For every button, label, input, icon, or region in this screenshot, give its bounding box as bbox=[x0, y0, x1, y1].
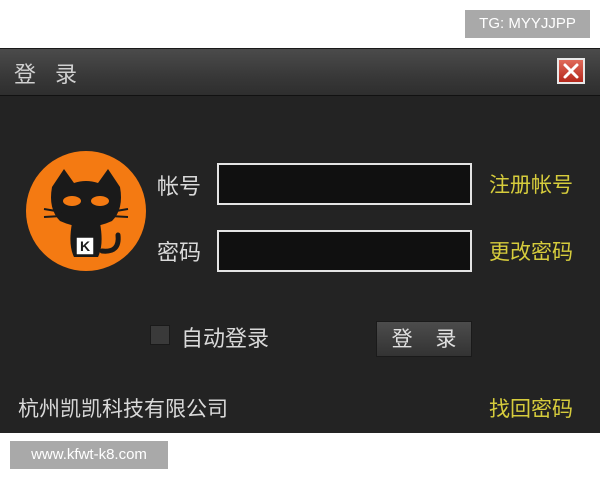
page: TG: MYYJJPP 登 录 K 帐号 注册帐号 密码 更改密码 自动登录 登… bbox=[0, 0, 600, 480]
login-dialog: 登 录 K 帐号 注册帐号 密码 更改密码 自动登录 登 录 杭州凯凯科技有限公… bbox=[0, 48, 600, 433]
auto-login-label[interactable]: 自动登录 bbox=[181, 321, 269, 353]
svg-text:K: K bbox=[80, 238, 90, 254]
account-label: 帐号 bbox=[157, 175, 202, 200]
dialog-title: 登 录 bbox=[14, 63, 83, 88]
change-password-link[interactable]: 更改密码 bbox=[489, 236, 573, 266]
watermark-top: TG: MYYJJPP bbox=[465, 10, 590, 38]
title-bar[interactable]: 登 录 bbox=[0, 49, 600, 96]
cat-logo-icon: K bbox=[26, 151, 146, 271]
register-account-link[interactable]: 注册帐号 bbox=[489, 169, 573, 199]
login-button[interactable]: 登 录 bbox=[376, 321, 472, 357]
password-input[interactable] bbox=[217, 230, 472, 272]
close-icon bbox=[563, 63, 579, 79]
password-label: 密码 bbox=[157, 241, 202, 266]
company-name: 杭州凯凯科技有限公司 bbox=[18, 397, 228, 421]
account-input[interactable] bbox=[217, 163, 472, 205]
recover-password-link[interactable]: 找回密码 bbox=[489, 393, 573, 423]
close-button[interactable] bbox=[557, 58, 585, 84]
auto-login-checkbox[interactable] bbox=[150, 325, 170, 345]
watermark-bottom: www.kfwt-k8.com bbox=[10, 441, 168, 469]
